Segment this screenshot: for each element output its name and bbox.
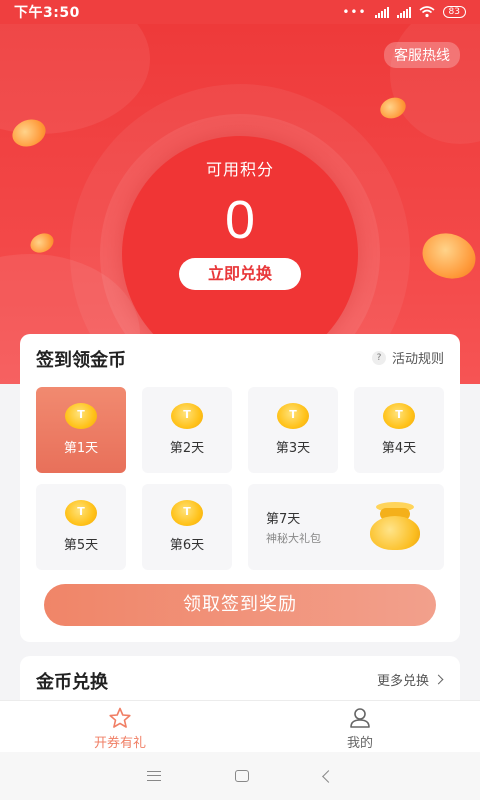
- status-bar: 下午3:50 ••• 83: [0, 0, 480, 24]
- bottom-tab-bar: 开券有礼 我的: [0, 700, 480, 752]
- decor-blob: [0, 24, 150, 134]
- chevron-right-icon: [433, 674, 444, 685]
- checkin-day-3[interactable]: 第3天: [248, 387, 338, 473]
- day-label: 第3天: [275, 441, 311, 456]
- question-icon: ?: [371, 350, 386, 365]
- checkin-day-7[interactable]: 第7天 神秘大礼包: [248, 484, 444, 570]
- claim-checkin-reward-button[interactable]: 领取签到奖励: [44, 584, 436, 626]
- tab-coupons[interactable]: 开券有礼: [0, 701, 240, 752]
- day-label: 第2天: [169, 441, 205, 456]
- tab-mine[interactable]: 我的: [240, 701, 480, 752]
- service-hotline-button[interactable]: 客服热线: [384, 42, 460, 68]
- checkin-day-4[interactable]: 第4天: [354, 387, 444, 473]
- checkin-day-5[interactable]: 第5天: [36, 484, 126, 570]
- status-icons: ••• 83: [342, 5, 466, 19]
- status-time: 下午3:50: [14, 5, 80, 21]
- day-label: 第4天: [381, 441, 417, 456]
- tab-label: 我的: [346, 736, 373, 751]
- wifi-icon: [419, 6, 435, 18]
- checkin-card: 签到领金币 ? 活动规则 第1天 第2天 第3天 第4天 第5天 第6天 第7天…: [20, 334, 460, 642]
- redeem-now-button[interactable]: 立即兑换: [179, 258, 301, 290]
- checkin-day-2[interactable]: 第2天: [142, 387, 232, 473]
- star-icon: [109, 707, 131, 728]
- coin-exchange-title: 金币兑换: [36, 672, 108, 693]
- coin-icon: [171, 500, 203, 526]
- coin-icon: [65, 500, 97, 526]
- coin-icon: [171, 403, 203, 429]
- mystery-gift-label: 神秘大礼包: [266, 532, 321, 545]
- activity-rules-label: 活动规则: [391, 352, 444, 367]
- coin-icon: [65, 403, 97, 429]
- points-label: 可用积分: [205, 160, 274, 179]
- gift-bag-icon: [366, 502, 424, 552]
- more-exchange-link[interactable]: 更多兑换: [376, 670, 444, 689]
- day-label: 第7天: [266, 512, 301, 527]
- signal-hd-icon: [396, 6, 411, 18]
- more-dots-icon: •••: [342, 5, 367, 19]
- menu-icon[interactable]: [147, 771, 162, 781]
- points-value: 0: [224, 190, 256, 250]
- day-label: 第5天: [63, 538, 99, 553]
- activity-rules-link[interactable]: ? 活动规则: [371, 348, 444, 367]
- day-label: 第6天: [169, 538, 205, 553]
- coin-icon: [277, 403, 309, 429]
- checkin-title: 签到领金币: [36, 350, 126, 371]
- checkin-day-1[interactable]: 第1天: [36, 387, 126, 473]
- coin-icon: [383, 403, 415, 429]
- system-nav-bar: [0, 752, 480, 800]
- back-icon[interactable]: [321, 769, 335, 783]
- user-icon: [350, 708, 370, 728]
- points-hero: 客服热线 可用积分 0 立即兑换: [0, 24, 480, 384]
- tab-label: 开券有礼: [93, 736, 146, 751]
- battery-icon: 83: [442, 6, 466, 18]
- more-exchange-label: 更多兑换: [376, 674, 429, 689]
- home-icon[interactable]: [235, 770, 250, 782]
- signal-icon: [374, 6, 389, 18]
- day-label: 第1天: [63, 441, 99, 456]
- checkin-day-6[interactable]: 第6天: [142, 484, 232, 570]
